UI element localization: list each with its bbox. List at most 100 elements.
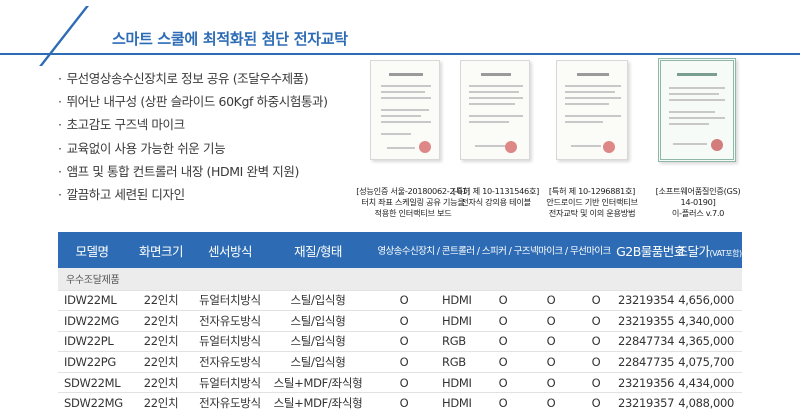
cell-sensor: 듀얼터치방식 [196, 372, 264, 394]
cell-gooseneck: O [526, 290, 576, 312]
cell-model: SDW22ML [58, 372, 126, 394]
cell-wireless-mic: O [576, 372, 617, 394]
cell-sensor: 듀얼터치방식 [196, 290, 264, 312]
cell-price: 4,088,000 [676, 392, 743, 413]
price-label: 조달가 [676, 243, 710, 259]
certificate-image [658, 58, 736, 162]
certificate-image [370, 60, 440, 160]
certificate-image [556, 60, 628, 160]
col-header-screen: 화면크기 [126, 232, 196, 268]
cell-screen: 22인치 [126, 392, 196, 413]
cell-speaker: O [480, 310, 526, 332]
cell-speaker: O [480, 290, 526, 312]
cell-av: O [372, 351, 436, 373]
cell-controller: RGB [436, 351, 480, 373]
caption-line: [소프트웨어품질인증(GS) [655, 186, 741, 196]
cell-speaker: O [480, 392, 526, 413]
certificate-gallery: [성능인증 서울-20180062-2-01] 터치 좌표 스케일링 공유 기능… [340, 58, 800, 228]
header-rule [0, 53, 800, 55]
header-slash-decoration [39, 6, 89, 66]
cell-g2b: 23219357 [616, 392, 677, 413]
cell-wireless-mic: O [576, 310, 617, 332]
certificate-caption: [소프트웨어품질인증(GS) 14-0190] 이-플러스 v.7.0 [628, 186, 768, 219]
cell-wireless-mic: O [576, 392, 617, 413]
feature-item: 무선영상송수신장치로 정보 공유 (조달우수제품) [58, 67, 358, 90]
cell-controller: HDMI [436, 290, 480, 312]
group-label: 우수조달제품 [58, 268, 743, 291]
cell-model: IDW22MG [58, 310, 126, 332]
cell-gooseneck: O [526, 331, 576, 353]
certificate-image [460, 60, 530, 160]
cell-g2b: 23219356 [616, 372, 677, 394]
cell-sensor: 전자유도방식 [196, 392, 264, 413]
feature-item: 뛰어난 내구성 (상판 슬라이드 60Kgf 하중시험통과) [58, 90, 358, 113]
col-header-material: 재질/형태 [264, 232, 372, 268]
page-header: 스마트 스쿨에 최적화된 첨단 전자교탁 [0, 0, 800, 66]
feature-item: 깔끔하고 세련된 디자인 [58, 183, 358, 206]
cell-controller: RGB [436, 331, 480, 353]
cell-material: 스틸/입식형 [264, 351, 372, 373]
cell-speaker: O [480, 331, 526, 353]
table-row: IDW22PL 22인치 듀얼터치방식 스틸/입식형 O RGB O O O 2… [58, 331, 743, 353]
cell-material: 스틸/입식형 [264, 290, 372, 312]
cell-av: O [372, 331, 436, 353]
table-row: IDW22ML 22인치 듀얼터치방식 스틸/입식형 O HDMI O O O … [58, 290, 743, 312]
cell-model: IDW22PG [58, 351, 126, 373]
cell-material: 스틸/입식형 [264, 310, 372, 332]
cell-controller: HDMI [436, 372, 480, 394]
cell-controller: HDMI [436, 392, 480, 413]
caption-line: 14-0190] [680, 197, 716, 207]
feature-item: 교육없이 사용 가능한 쉬운 기능 [58, 137, 358, 160]
cell-material: 스틸/입식형 [264, 331, 372, 353]
col-header-features: 영상송수신장치 / 콘트롤러 / 스피커 / 구즈넥마이크 / 무선마이크 [372, 232, 617, 268]
price-note: (VAT포함) [709, 248, 742, 258]
cell-av: O [372, 290, 436, 312]
table-row: SDW22ML 22인치 듀얼터치방식 스틸+MDF/좌식형 O HDMI O … [58, 372, 743, 394]
cell-controller: HDMI [436, 310, 480, 332]
cell-g2b: 22847734 [616, 331, 677, 353]
cell-screen: 22인치 [126, 310, 196, 332]
table-row: SDW22MG 22인치 전자유도방식 스틸+MDF/좌식형 O HDMI O … [58, 392, 743, 413]
cell-sensor: 듀얼터치방식 [196, 331, 264, 353]
cell-wireless-mic: O [576, 351, 617, 373]
cell-price: 4,434,000 [676, 372, 743, 394]
cell-material: 스틸+MDF/좌식형 [264, 392, 372, 413]
col-header-g2b: G2B물품번호 [616, 232, 685, 268]
cell-sensor: 전자유도방식 [196, 310, 264, 332]
table-group-row: 우수조달제품 [58, 268, 743, 291]
col-header-model: 모델명 [58, 232, 126, 268]
table-row: IDW22PG 22인치 전자유도방식 스틸/입식형 O RGB O O O 2… [58, 351, 743, 373]
cell-model: IDW22ML [58, 290, 126, 312]
cell-g2b: 23219355 [616, 310, 677, 332]
table-row: IDW22MG 22인치 전자유도방식 스틸/입식형 O HDMI O O O … [58, 310, 743, 332]
feature-item: 앰프 및 통합 컨트롤러 내장 (HDMI 완벽 지원) [58, 160, 358, 183]
cell-screen: 22인치 [126, 372, 196, 394]
feature-list: 무선영상송수신장치로 정보 공유 (조달우수제품) 뛰어난 내구성 (상판 슬라… [58, 67, 358, 206]
cell-model: IDW22PL [58, 331, 126, 353]
cell-speaker: O [480, 372, 526, 394]
cell-screen: 22인치 [126, 351, 196, 373]
cell-screen: 22인치 [126, 331, 196, 353]
cell-gooseneck: O [526, 310, 576, 332]
cell-material: 스틸+MDF/좌식형 [264, 372, 372, 394]
cell-wireless-mic: O [576, 331, 617, 353]
cell-price: 4,340,000 [676, 310, 743, 332]
cell-model: SDW22MG [58, 392, 126, 413]
cell-av: O [372, 310, 436, 332]
cell-price: 4,365,000 [676, 331, 743, 353]
cell-gooseneck: O [526, 351, 576, 373]
cell-g2b: 22847735 [616, 351, 677, 373]
cell-speaker: O [480, 351, 526, 373]
caption-line: 이-플러스 v.7.0 [671, 208, 725, 218]
cell-sensor: 전자유도방식 [196, 351, 264, 373]
cell-price: 4,656,000 [676, 290, 743, 312]
feature-item: 초고감도 구즈넥 마이크 [58, 113, 358, 136]
cell-av: O [372, 392, 436, 413]
cell-gooseneck: O [526, 372, 576, 394]
cell-av: O [372, 372, 436, 394]
cell-gooseneck: O [526, 392, 576, 413]
table-header-row: 모델명 화면크기 센서방식 재질/형태 영상송수신장치 / 콘트롤러 / 스피커… [58, 232, 742, 268]
col-header-price: 조달가(VAT포함) [676, 232, 742, 268]
cell-g2b: 23219354 [616, 290, 677, 312]
product-spec-table: 모델명 화면크기 센서방식 재질/형태 영상송수신장치 / 콘트롤러 / 스피커… [58, 232, 742, 413]
